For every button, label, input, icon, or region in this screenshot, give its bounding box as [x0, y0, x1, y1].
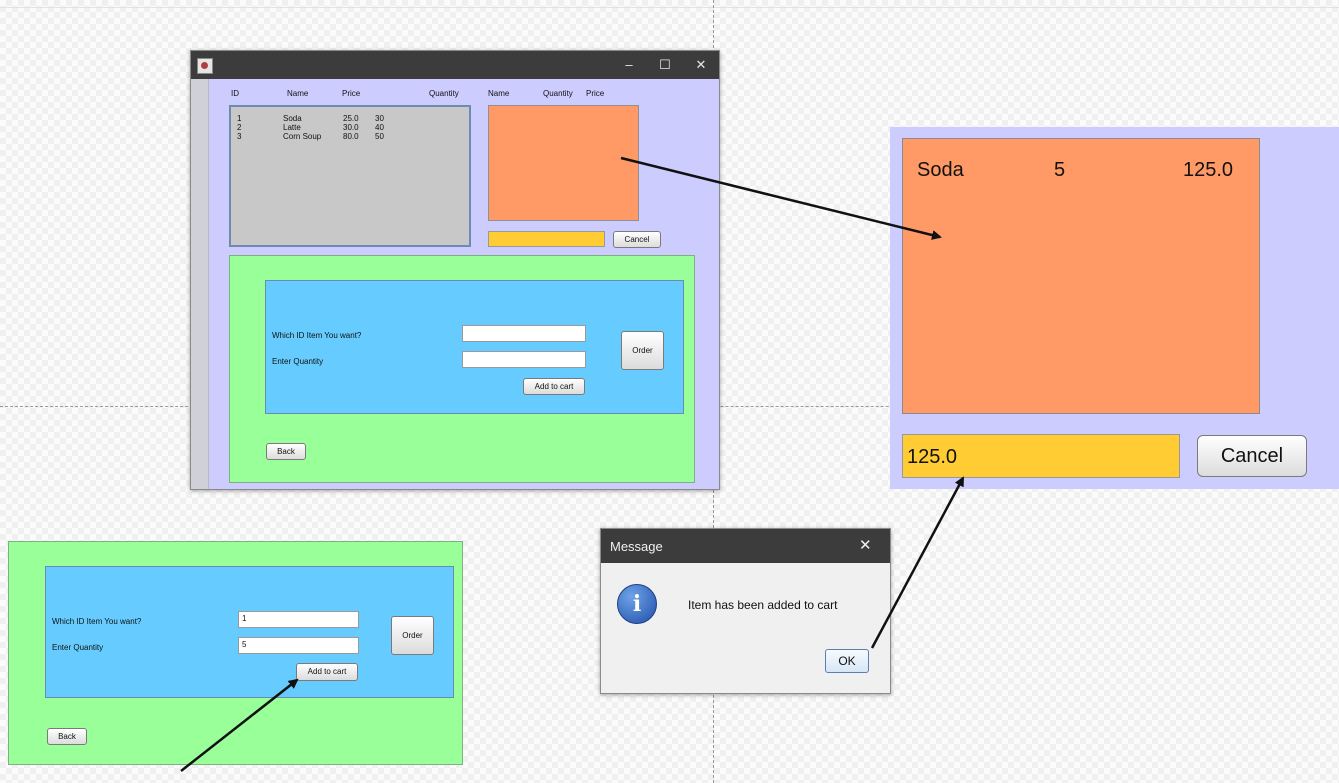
arrow-to-add-to-cart: [180, 678, 299, 772]
annotation-arrows: [180, 156, 965, 772]
arrow-ok-to-total: [870, 476, 965, 649]
arrow-cart-to-zoom: [620, 156, 942, 240]
